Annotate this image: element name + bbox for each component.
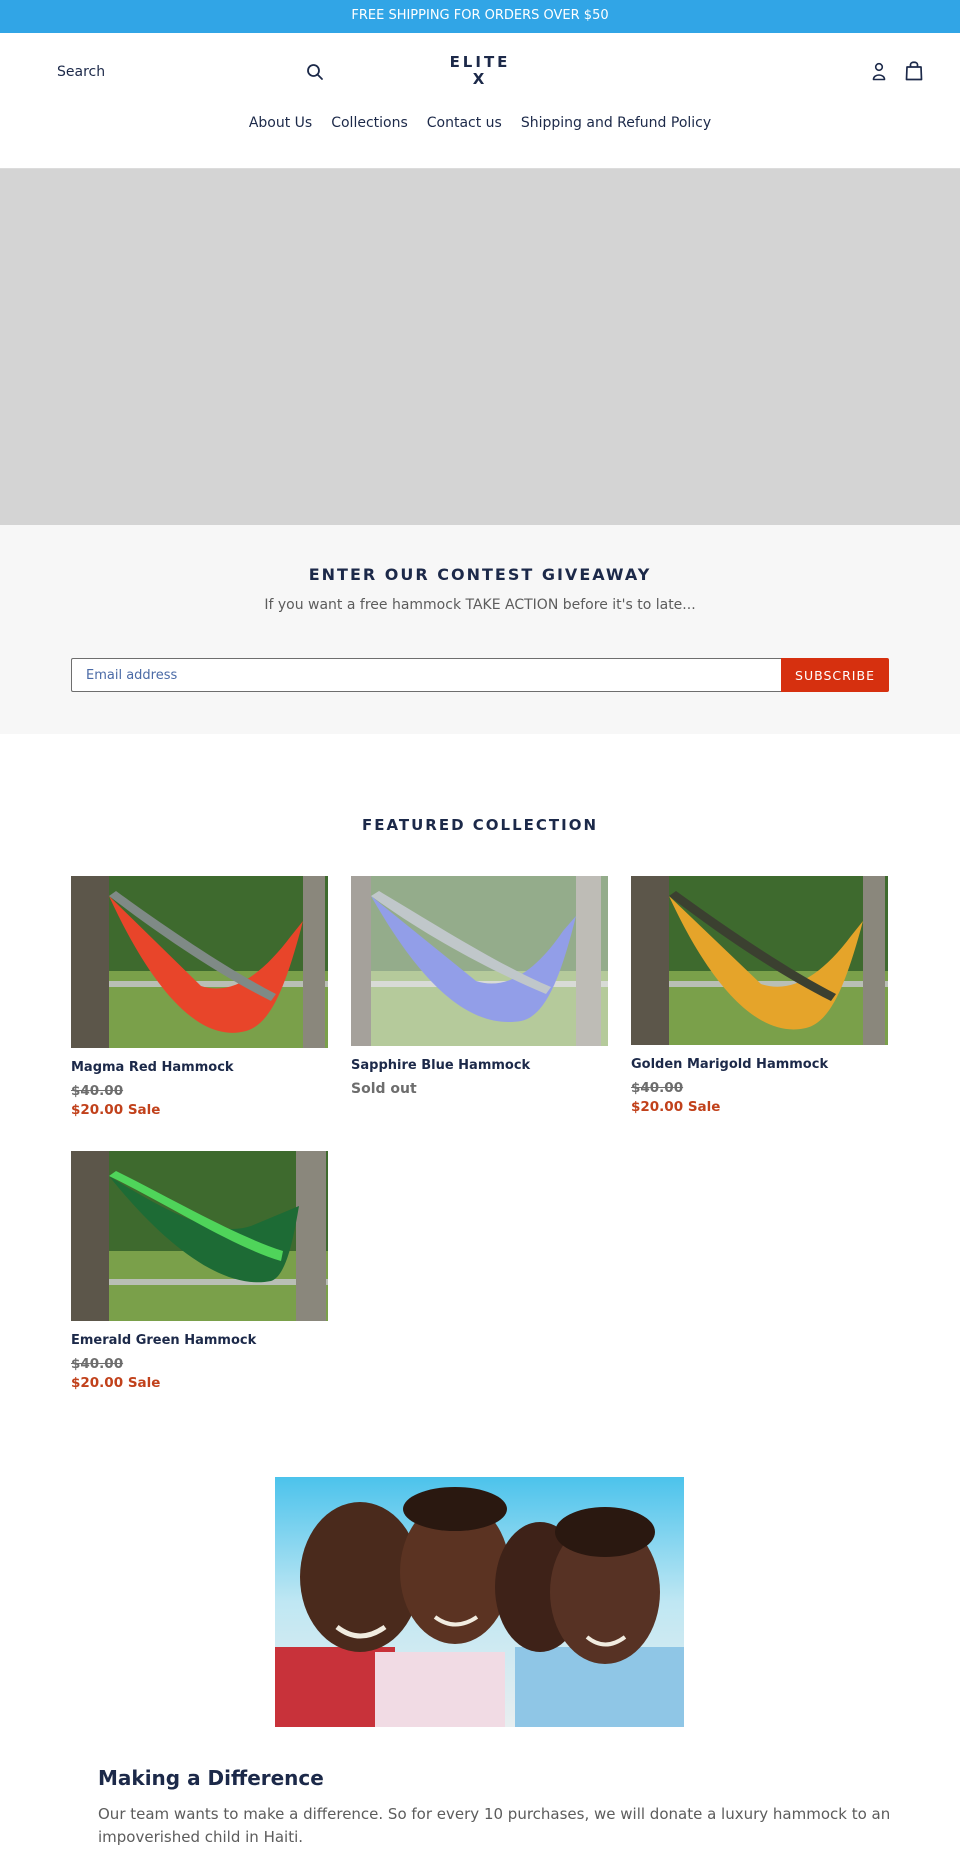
product-card[interactable]: Emerald Green Hammock $40.00 $20.00 Sale xyxy=(71,1151,328,1391)
search-form xyxy=(45,57,330,87)
sale-price-value: $20.00 xyxy=(71,1102,124,1118)
product-image xyxy=(71,1151,328,1321)
logo-line2: X xyxy=(472,70,488,88)
product-title: Sapphire Blue Hammock xyxy=(351,1058,531,1073)
sale-price-value: $20.00 xyxy=(631,1099,684,1115)
sold-out-label: Sold out xyxy=(351,1081,417,1097)
cart-button[interactable] xyxy=(904,60,924,82)
hammock-image xyxy=(631,876,888,1045)
featured-collection-title: FEATURED COLLECTION xyxy=(361,816,599,834)
site-header: ELITE X About Us Collections Contact us … xyxy=(0,33,960,168)
sale-price: $20.00 Sale xyxy=(71,1102,328,1118)
hero-image-placeholder xyxy=(0,168,960,525)
search-input[interactable] xyxy=(45,64,275,80)
compare-price: $40.00 xyxy=(71,1083,124,1099)
nav-collections[interactable]: Collections xyxy=(322,109,418,137)
sale-price-value: $20.00 xyxy=(71,1375,124,1391)
site-logo[interactable]: ELITE X xyxy=(430,54,530,88)
hammock-image xyxy=(351,876,608,1046)
newsletter-subtitle: If you want a free hammock TAKE ACTION b… xyxy=(264,597,696,613)
sale-label: Sale xyxy=(687,1099,721,1115)
children-image xyxy=(275,1477,684,1727)
subscribe-button[interactable]: SUBSCRIBE xyxy=(781,658,889,692)
nav-about-us[interactable]: About Us xyxy=(239,109,321,137)
newsletter-form: SUBSCRIBE xyxy=(71,658,889,692)
sale-price: $20.00 Sale xyxy=(631,1099,888,1115)
nav-contact-us[interactable]: Contact us xyxy=(417,109,511,137)
product-card[interactable]: Sapphire Blue Hammock Sold out xyxy=(351,876,608,1097)
product-card[interactable]: Golden Marigold Hammock $40.00 $20.00 Sa… xyxy=(631,876,888,1115)
main-nav: About Us Collections Contact us Shipping… xyxy=(0,109,960,137)
compare-price: $40.00 xyxy=(631,1080,684,1096)
newsletter-title: ENTER OUR CONTEST GIVEAWAY xyxy=(308,565,652,584)
cart-bag-icon xyxy=(905,61,923,81)
nav-shipping-refund-policy[interactable]: Shipping and Refund Policy xyxy=(511,109,720,137)
search-icon xyxy=(307,64,323,80)
sale-label: Sale xyxy=(127,1375,161,1391)
account-icon xyxy=(872,62,886,81)
announcement-text: FREE SHIPPING FOR ORDERS OVER $50 xyxy=(351,8,609,23)
product-image xyxy=(71,876,328,1048)
account-button[interactable] xyxy=(870,62,888,82)
newsletter-section: ENTER OUR CONTEST GIVEAWAY If you want a… xyxy=(0,525,960,734)
logo-line1: ELITE xyxy=(449,53,511,71)
email-input[interactable] xyxy=(71,658,781,692)
making-difference-title: Making a Difference xyxy=(98,1766,324,1790)
product-title: Magma Red Hammock xyxy=(71,1060,234,1075)
product-image xyxy=(351,876,608,1046)
sale-price: $20.00 Sale xyxy=(71,1375,328,1391)
search-button[interactable] xyxy=(303,60,327,84)
product-image xyxy=(631,876,888,1045)
hammock-image xyxy=(71,876,328,1048)
product-card[interactable]: Magma Red Hammock $40.00 $20.00 Sale xyxy=(71,876,328,1118)
announcement-bar: FREE SHIPPING FOR ORDERS OVER $50 xyxy=(0,0,960,33)
making-difference-text: Our team wants to make a difference. So … xyxy=(98,1805,891,1846)
hammock-image xyxy=(71,1151,328,1321)
compare-price: $40.00 xyxy=(71,1356,124,1372)
children-photo xyxy=(275,1477,684,1727)
product-title: Emerald Green Hammock xyxy=(71,1333,257,1348)
sale-label: Sale xyxy=(127,1102,161,1118)
product-title: Golden Marigold Hammock xyxy=(631,1057,829,1072)
